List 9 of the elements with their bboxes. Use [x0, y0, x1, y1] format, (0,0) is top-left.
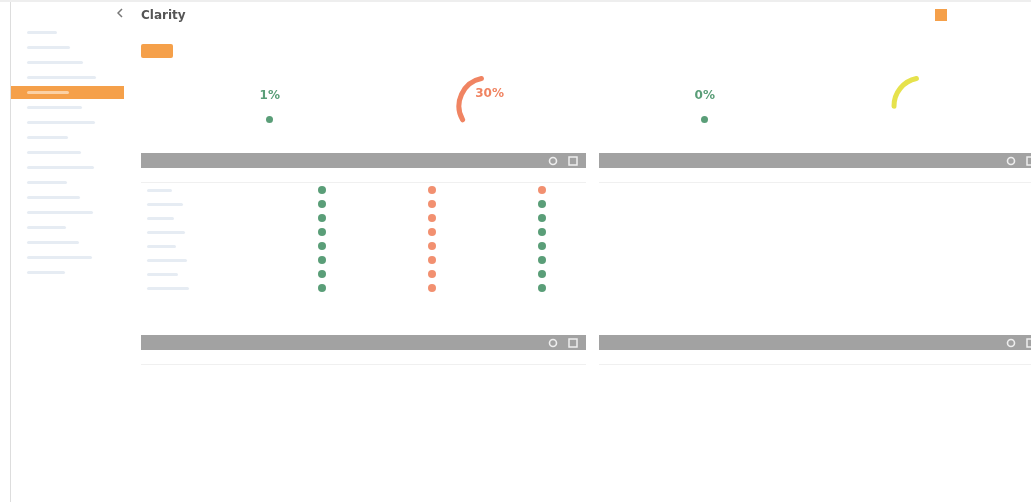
gauge-value: 0% [694, 88, 715, 102]
window-icon[interactable] [568, 337, 578, 348]
window-icon[interactable] [568, 155, 578, 166]
action-button[interactable] [141, 44, 173, 58]
sidebar-item[interactable] [11, 86, 124, 99]
gauge-value: 30% [475, 85, 504, 100]
collapse-chevron-icon[interactable] [117, 8, 123, 18]
gauge-value: 1% [259, 88, 280, 102]
page-title: Clarity [141, 8, 186, 22]
